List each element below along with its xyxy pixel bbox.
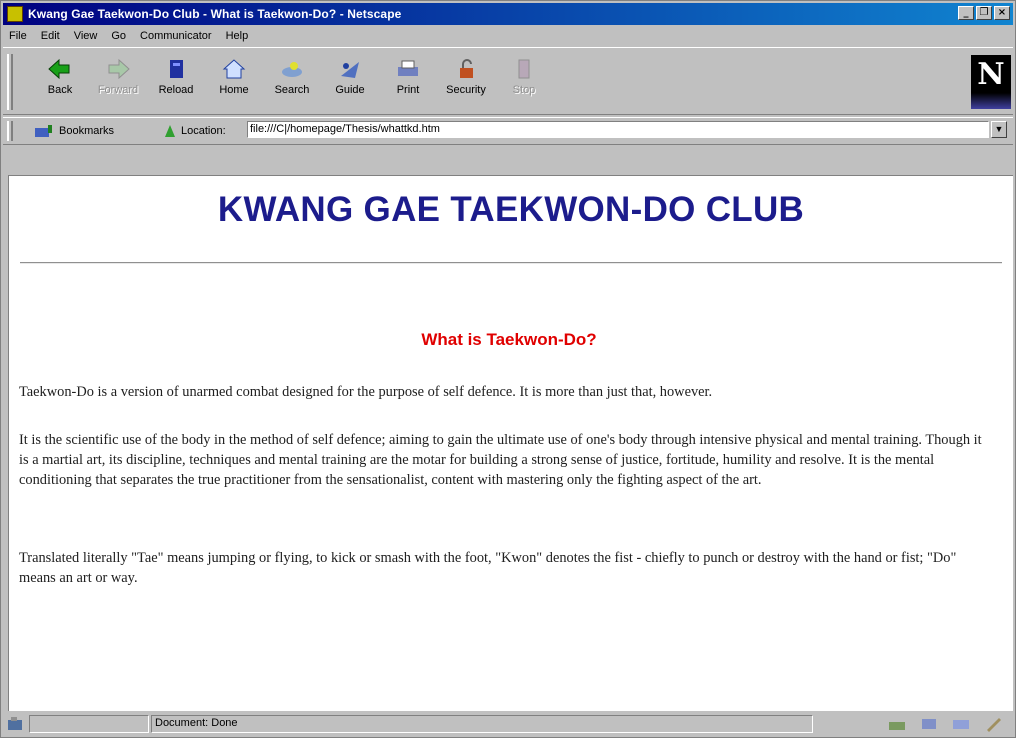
site-title: KWANG GAE TAEKWON-DO CLUB: [217, 190, 805, 229]
status-text-panel: [151, 715, 813, 733]
guide-label: Guide: [335, 84, 365, 96]
page-proxy-icon[interactable]: [163, 123, 177, 139]
paragraph-3: Translated literally "Tae" means jumping…: [19, 550, 957, 586]
netscape-app-icon[interactable]: [7, 6, 23, 22]
status-bar: Document: Done: [3, 713, 1013, 735]
stop-label: Stop: [512, 84, 536, 96]
mail-component-icon[interactable]: [919, 716, 941, 732]
browser-window: Kwang Gae Taekwon-Do Club - What is Taek…: [0, 0, 1016, 738]
location-label: Location:: [181, 125, 226, 137]
menu-view[interactable]: View: [68, 30, 106, 42]
menu-communicator[interactable]: Communicator: [134, 30, 220, 42]
window-title: Kwang Gae Taekwon-Do Club - What is Taek…: [28, 7, 402, 21]
page-content[interactable]: KWANG GAE TAEKWON-DO CLUB What is Taekwo…: [8, 175, 1013, 711]
navigator-component-icon[interactable]: [887, 716, 909, 732]
menu-file[interactable]: File: [3, 30, 35, 42]
back-label: Back: [47, 84, 73, 96]
home-icon: [222, 59, 246, 79]
netscape-logo-letter: N: [977, 57, 1005, 92]
bookmarks-button[interactable]: Bookmarks: [33, 123, 114, 139]
location-label-group: Location:: [163, 123, 226, 139]
bookmarks-icon: [35, 125, 52, 137]
paragraph-2: It is the scientific use of the body in …: [19, 432, 982, 488]
close-button[interactable]: ×: [994, 6, 1010, 20]
print-button[interactable]: Print: [381, 54, 435, 108]
connection-status-icon[interactable]: [7, 716, 25, 732]
guide-icon: [341, 62, 359, 78]
paragraph-1: Taekwon-Do is a version of unarmed comba…: [19, 384, 713, 400]
reload-button[interactable]: Reload: [149, 54, 203, 108]
navigation-toolbar: Back Forward Reload Home Search Guide Pr…: [3, 47, 1013, 115]
stop-icon: [518, 59, 530, 79]
location-input[interactable]: file:///C|/homepage/Thesis/whattkd.htm: [247, 121, 989, 138]
location-toolbar-grip[interactable]: [7, 121, 13, 141]
netscape-logo[interactable]: N: [971, 55, 1011, 109]
location-toolbar: Bookmarks Location: file:///C|/homepage/…: [3, 117, 1013, 145]
discussions-component-icon[interactable]: [951, 716, 973, 732]
minimize-button[interactable]: _: [958, 6, 974, 20]
reload-label: Reload: [158, 84, 194, 96]
search-icon: [282, 62, 302, 77]
back-arrow-icon: [48, 58, 70, 80]
security-lock-icon: [460, 59, 473, 78]
window-controls: _ ❐ ×: [958, 6, 1010, 20]
horizontal-rule: [20, 262, 1002, 264]
logo-glow: [971, 93, 1011, 109]
forward-label: Forward: [97, 84, 139, 96]
print-icon: [398, 60, 418, 76]
composer-component-icon[interactable]: [983, 716, 1005, 732]
stop-button[interactable]: Stop: [497, 54, 551, 108]
toolbar-grip[interactable]: [7, 54, 13, 110]
security-button[interactable]: Security: [439, 54, 493, 108]
section-heading: What is Taekwon-Do?: [421, 330, 597, 349]
location-dropdown-button[interactable]: ▼: [991, 121, 1007, 138]
reload-icon: [170, 60, 183, 78]
maximize-button[interactable]: ❐: [976, 6, 992, 20]
home-label: Home: [219, 84, 249, 96]
print-label: Print: [396, 84, 420, 96]
security-label: Security: [446, 84, 486, 96]
progress-panel: [29, 715, 149, 733]
menu-edit[interactable]: Edit: [35, 30, 68, 42]
guide-button[interactable]: Guide: [323, 54, 377, 108]
status-text: Document: Done: [155, 717, 238, 729]
title-bar[interactable]: Kwang Gae Taekwon-Do Club - What is Taek…: [3, 3, 1013, 25]
back-button[interactable]: Back: [33, 54, 87, 108]
menu-bar: File Edit View Go Communicator Help: [3, 26, 1013, 45]
forward-button[interactable]: Forward: [91, 54, 145, 108]
search-button[interactable]: Search: [265, 54, 319, 108]
menu-help[interactable]: Help: [220, 30, 257, 42]
forward-arrow-icon: [108, 58, 130, 80]
home-button[interactable]: Home: [207, 54, 261, 108]
menu-go[interactable]: Go: [105, 30, 134, 42]
bookmarks-label: Bookmarks: [59, 125, 115, 137]
search-label: Search: [274, 84, 310, 96]
component-bar: [887, 716, 1005, 732]
